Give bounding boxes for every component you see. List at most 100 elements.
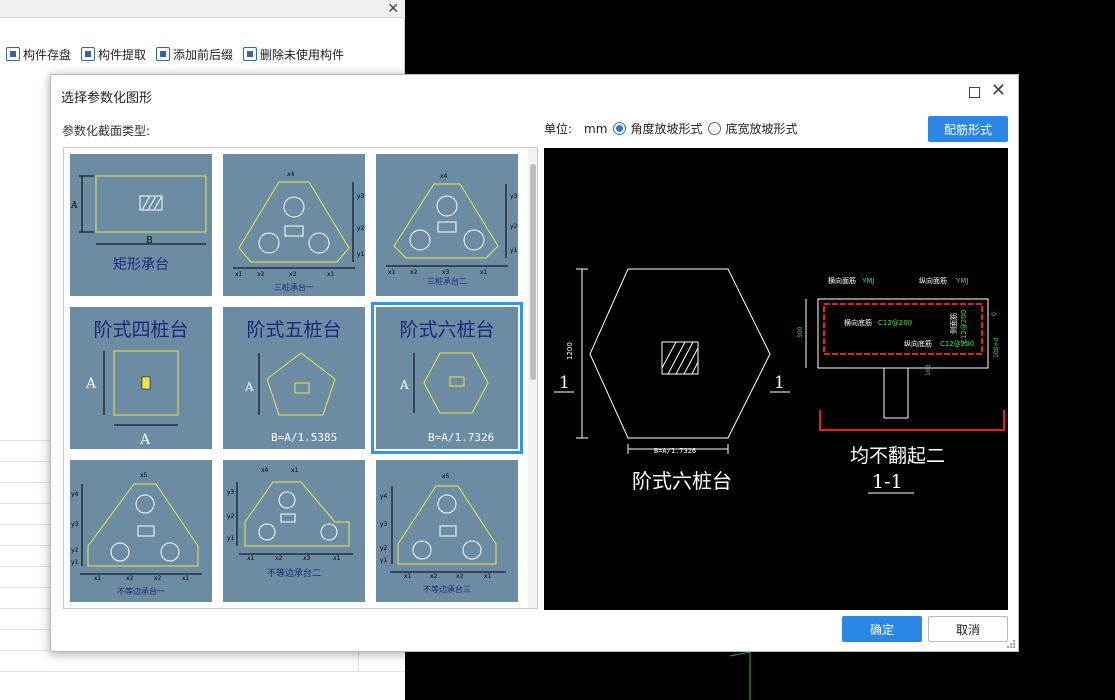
grid-scrollbar[interactable] <box>528 148 537 608</box>
thumb-unequal-cap-1[interactable]: x5 y4 y3 y2 y1 x1 x2 x2 x1 不等边承台一 <box>70 460 212 602</box>
side-rebar-label: 侧面筋 <box>949 313 958 334</box>
resize-grip-icon[interactable] <box>1007 640 1016 649</box>
dim-label: x1 <box>182 575 190 582</box>
dim-label: x5 <box>140 472 148 479</box>
dim-label: y1 <box>71 559 79 566</box>
dim-label: y1 <box>380 557 388 564</box>
unequal-cap-1-drawing: x5 y4 y3 y2 y1 x1 x2 x2 x1 <box>71 472 202 582</box>
thumb-stepped-five-pile[interactable]: 阶式五桩台 A B=A/1.5385 <box>223 307 365 449</box>
rebar-form-button[interactable]: 配筋形式 <box>928 116 1008 142</box>
three-pile-cap-2-drawing: x4 y3 y2 y1 x1 x2 x3 x1 <box>386 173 518 276</box>
pile-dim: 100 <box>925 364 932 376</box>
bottom-longitudinal-label: 纵向底筋 <box>904 339 932 348</box>
width-dim-label: B=A/1.7326 <box>654 447 696 455</box>
section-title: 均不翻起二 <box>850 445 945 467</box>
dim-label: x1 <box>235 271 243 278</box>
angle-slope-radio[interactable] <box>613 122 627 135</box>
close-icon[interactable]: ✕ <box>387 1 399 17</box>
dim-label: y3 <box>357 193 365 200</box>
dim-a-label: A <box>139 432 151 448</box>
section-name: 1-1 <box>872 471 903 493</box>
dim-label: x4 <box>440 173 448 180</box>
thumb-rect-cap[interactable]: A B 矩形承台 <box>70 154 212 296</box>
pile-rebar <box>819 410 1005 431</box>
cancel-button[interactable]: 取消 <box>928 616 1008 642</box>
dim-label: y1 <box>357 251 365 258</box>
hexagon-outline <box>589 268 771 439</box>
thumb-stepped-six-pile[interactable]: 阶式六桩台 A B=A/1.7326 <box>371 302 523 454</box>
dim-a-label: A <box>244 380 254 394</box>
formula-label: B=A/1.5385 <box>271 431 337 444</box>
stepped-five-pile-drawing: A B=A/1.5385 <box>244 352 337 444</box>
scrollbar-thumb[interactable] <box>530 164 536 380</box>
dim-label: y2 <box>357 225 365 232</box>
dim-label: y2 <box>380 545 388 552</box>
dim-label: x3 <box>289 271 297 278</box>
maximize-icon[interactable] <box>969 87 980 98</box>
stepped-four-pile-drawing: A A <box>85 350 179 448</box>
dim-a-label: A <box>70 201 78 211</box>
preview-drawing: 1200 B=A/1.7326 1 1 阶式六桩台 500 0 100+d 10… <box>554 268 1005 494</box>
confirm-button[interactable]: 确定 <box>842 616 922 642</box>
top-transverse-label: 横向面筋 <box>828 276 856 285</box>
dim-label: x4 <box>261 467 269 474</box>
thumb-label: 不等边承台二 <box>266 569 321 579</box>
thumb-unequal-cap-3[interactable]: x5 y4 y3 y2 y1 x1 x2 x2 x1 不等边承台三 <box>376 460 518 602</box>
thumb-label: 三桩承台二 <box>427 277 467 286</box>
dim-label: x1 <box>247 555 255 562</box>
base-width-slope-option[interactable]: 底宽放坡形式 <box>708 120 797 137</box>
dim-label: x2 <box>456 573 464 580</box>
select-parametric-shape-dialog: 选择参数化图形 ✕ 参数化截面类型: 单位: mm 角度放坡形式 底宽放坡形式 … <box>50 74 1019 652</box>
dim-label: x1 <box>327 271 335 278</box>
dim-label: y1 <box>510 247 518 254</box>
cover-top: 0 <box>991 312 998 316</box>
thumb-stepped-four-pile[interactable]: 阶式四桩台 A A <box>70 307 212 449</box>
shape-preview: 1200 B=A/1.7326 1 1 阶式六桩台 500 0 100+d 10… <box>544 148 1008 610</box>
bottom-transverse-label: 横向底筋 <box>844 318 872 327</box>
thumb-three-pile-cap-1[interactable]: x4 y3 y2 y1 x1 x2 x3 x1 三桩承台一 <box>223 154 365 296</box>
unequal-cap-3-drawing: x5 y4 y3 y2 y1 x1 x2 x2 x1 <box>380 473 506 580</box>
shape-thumbnail-grid: A B 矩形承台 x4 y3 y2 y1 x1 x2 x3 x1 三桩承台一 x… <box>63 147 538 609</box>
delete-unused-icon <box>243 47 258 61</box>
three-pile-cap-1-drawing: x4 y3 y2 y1 x1 x2 x3 x1 <box>233 171 365 278</box>
section-type-label: 参数化截面类型: <box>62 124 151 138</box>
dim-label: y4 <box>71 491 79 498</box>
unequal-cap-2-drawing: x4 x1 y3 y2 y1 x1 x2 x3 x1 <box>227 467 353 562</box>
dim-label: x3 <box>303 555 311 562</box>
dim-label: x2 <box>430 573 438 580</box>
extract-component-button[interactable]: 构件提取 <box>81 46 146 63</box>
dim-label: x1 <box>484 573 492 580</box>
save-component-button[interactable]: 构件存盘 <box>6 46 71 63</box>
dim-label: x2 <box>126 575 134 582</box>
stepped-six-pile-drawing: A B=A/1.7326 <box>399 352 494 444</box>
add-affix-button[interactable]: 添加前后缀 <box>156 46 233 63</box>
thumb-label: 不等边承台一 <box>117 587 165 596</box>
dim-b-label: B <box>146 236 153 246</box>
thumb-three-pile-cap-2[interactable]: x4 y3 y2 y1 x1 x2 x3 x1 三桩承台二 <box>376 154 518 296</box>
top-longitudinal-code: YMJ <box>955 277 968 285</box>
dialog-title: 选择参数化图形 <box>61 91 153 106</box>
formula-label: B=A/1.7326 <box>428 431 494 444</box>
rect-cap-drawing: A B <box>70 175 207 246</box>
depth-dim: 500 <box>797 326 804 338</box>
dim-label: x1 <box>94 575 102 582</box>
dim-a-label: A <box>399 378 409 392</box>
delete-unused-button[interactable]: 删除未使用构件 <box>243 46 344 63</box>
section-mark-right: 1 <box>774 373 785 393</box>
unit-value: mm <box>584 121 608 136</box>
top-longitudinal-label: 纵向面筋 <box>919 276 947 285</box>
thumb-label: 三桩承台一 <box>274 283 314 292</box>
base-width-slope-radio[interactable] <box>708 122 722 135</box>
background-titlebar: ✕ <box>0 0 405 18</box>
thumb-unequal-cap-2[interactable]: x4 x1 y3 y2 y1 x1 x2 x3 x1 不等边承台二 <box>223 460 365 602</box>
top-transverse-code: YMJ <box>861 277 874 285</box>
extract-component-icon <box>81 47 96 61</box>
dim-label: x1 <box>333 555 341 562</box>
table-row[interactable] <box>0 651 405 672</box>
dim-label: y3 <box>380 521 388 528</box>
dim-label: x1 <box>480 269 488 276</box>
dim-label: y2 <box>227 513 235 520</box>
height-dim-label: 1200 <box>566 342 574 360</box>
close-icon[interactable]: ✕ <box>991 82 1006 100</box>
angle-slope-option[interactable]: 角度放坡形式 <box>613 120 702 137</box>
